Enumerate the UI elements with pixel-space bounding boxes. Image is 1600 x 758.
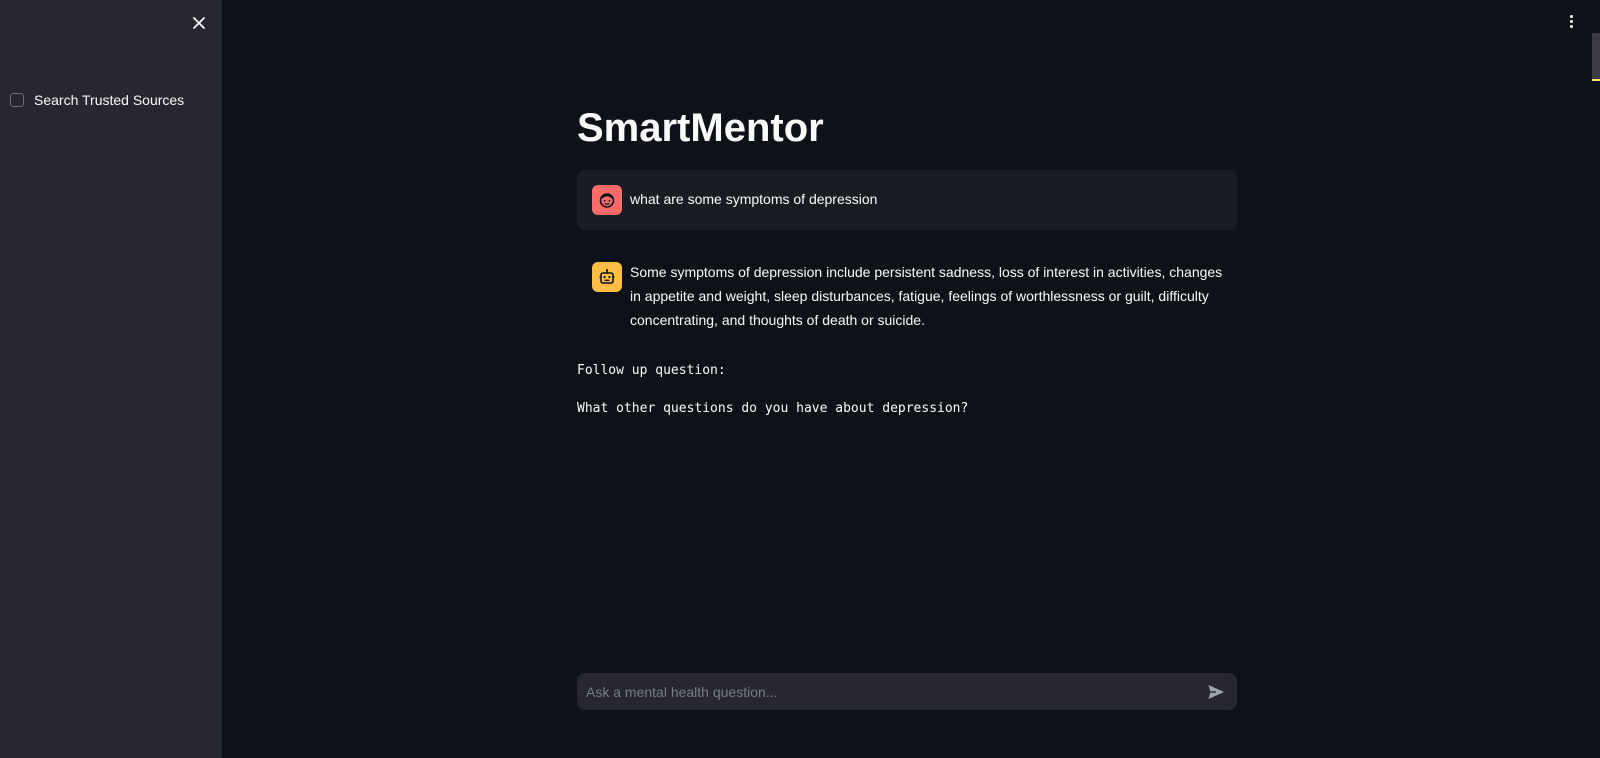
assistant-avatar: [592, 262, 622, 292]
user-message: what are some symptoms of depression: [577, 170, 1237, 230]
robot-icon: [599, 269, 615, 284]
assistant-message-text: Some symptoms of depression include pers…: [630, 264, 1223, 328]
app: Search Trusted Sources SmartMentor what …: [0, 0, 1600, 758]
user-message-text: what are some symptoms of depression: [630, 191, 878, 207]
follow-up-label: Follow up question:: [577, 363, 726, 378]
page-title: SmartMentor: [577, 106, 824, 150]
chat-input[interactable]: [577, 673, 1187, 710]
checkbox-box[interactable]: [10, 93, 24, 107]
send-button[interactable]: [1205, 681, 1227, 703]
checkbox-label: Search Trusted Sources: [34, 92, 185, 108]
close-sidebar-button[interactable]: [186, 10, 212, 36]
sidebar: Search Trusted Sources: [0, 0, 222, 758]
main-area: SmartMentor what are some symptoms of de…: [222, 0, 1600, 758]
vertical-dots-icon: [1569, 14, 1573, 18]
scrollbar[interactable]: [1592, 33, 1600, 81]
user-avatar: [592, 185, 622, 215]
follow-up-question: What other questions do you have about d…: [577, 401, 969, 416]
scrollbar-accent: [1592, 79, 1600, 81]
chat-input-container: [577, 673, 1237, 710]
main-menu-button[interactable]: [1562, 10, 1580, 32]
search-trusted-sources-checkbox[interactable]: Search Trusted Sources: [10, 92, 184, 108]
user-face-icon: [599, 193, 615, 208]
send-icon: [1208, 685, 1224, 699]
close-icon: [193, 17, 205, 29]
